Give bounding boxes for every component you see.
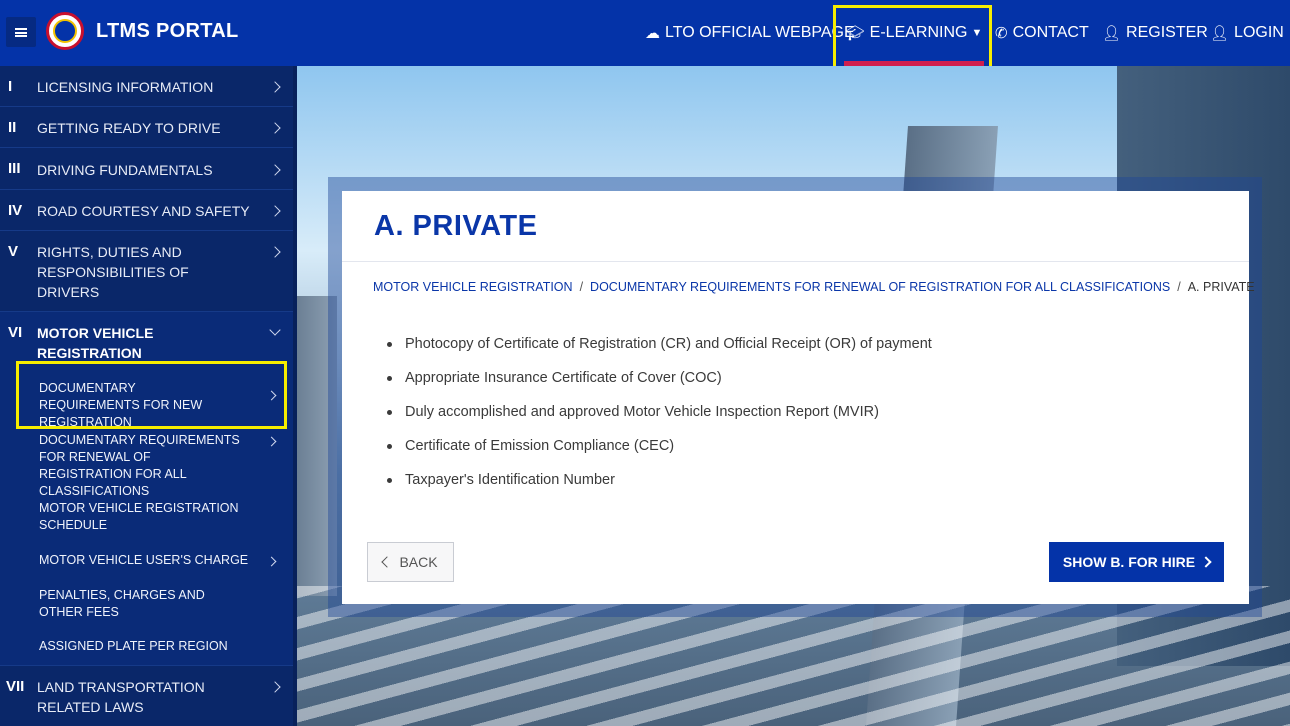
sidebar-item-road-courtesy-and-safety[interactable]: IV ROAD COURTESY AND SAFETY [0,190,297,231]
chevron-right-icon [269,246,281,258]
subitem-penalties-charges[interactable]: PENALTIES, CHARGES AND OTHER FEES [0,587,293,627]
menu-icon [15,27,27,37]
content-card: A. PRIVATE MOTOR VEHICLE REGISTRATION / DO… [342,191,1255,604]
subitem-renewal-registration[interactable]: DOCUMENTARY REQUIREMENTS FOR RENEWAL OF … [0,432,293,498]
chevron-right-icon [1200,556,1212,568]
back-button[interactable]: BACK [367,542,454,582]
top-navbar: LTMS PORTAL ☁ LTO OFFICIAL WEBPAGE 🎓︎ E-LE… [0,0,1290,66]
page-title: A. PRIVATE [374,210,538,242]
sidebar: I LICENSING INFORMATION II GETTING READY… [0,66,297,726]
breadcrumb-link-motor-vehicle-registration[interactable]: MOTOR VEHICLE REGISTRATION [373,280,573,294]
breadcrumb-link-renewal[interactable]: DOCUMENTARY REQUIREMENTS FOR RENEWAL OF … [590,280,1170,294]
requirements-list: Photocopy of Certificate of Registration… [387,334,932,504]
lto-logo[interactable] [46,12,84,50]
subitem-registration-schedule[interactable]: MOTOR VEHICLE REGISTRATION SCHEDULE [0,500,293,540]
caret-down-icon: ▼ [971,27,983,39]
show-for-hire-button[interactable]: SHOW B. FOR HIRE [1049,542,1224,582]
brand-title[interactable]: LTMS PORTAL [96,20,239,43]
subitem-new-registration[interactable]: DOCUMENTARY REQUIREMENTS FOR NEW REGISTR… [0,380,293,429]
subitem-users-charge[interactable]: MOTOR VEHICLE USER'S CHARGE [0,552,293,576]
subitem-assigned-plate[interactable]: ASSIGNED PLATE PER REGION [0,638,293,660]
chevron-right-icon [269,81,281,93]
sidebar-item-getting-ready-to-drive[interactable]: II GETTING READY TO DRIVE [0,107,297,148]
sidebar-item-rights-duties[interactable]: V RIGHTS, DUTIES AND RESPONSIBILITIES OF… [0,231,297,312]
add-user-icon: 👤︎ [1102,25,1122,42]
breadcrumb-current: A. PRIVATE [1187,280,1255,294]
phone-icon: ✆ [995,25,1008,42]
graduation-cap-icon: 🎓︎ [845,25,865,42]
sidebar-item-licensing-information[interactable]: I LICENSING INFORMATION [0,66,297,107]
list-item: Appropriate Insurance Certificate of Cov… [387,368,932,402]
breadcrumb: MOTOR VEHICLE REGISTRATION / DOCUMENTARY R… [373,280,1255,294]
title-divider [342,261,1249,262]
chevron-right-icon [269,681,281,693]
sidebar-item-motor-vehicle-registration[interactable]: VI MOTOR VEHICLE REGISTRATION DOCUMENTAR… [0,312,297,666]
list-item: Taxpayer's Identification Number [387,470,932,504]
nav-lto-official-webpage[interactable]: ☁ LTO OFFICIAL WEBPAGE [645,0,855,66]
chevron-right-icon [266,436,277,447]
cloud-icon: ☁ [645,25,660,42]
nav-register[interactable]: 👤︎ REGISTER [1102,0,1208,66]
chevron-left-icon [381,556,394,568]
user-icon: 👤︎ [1210,25,1230,42]
chevron-right-icon [266,556,277,567]
nav-contact[interactable]: ✆ CONTACT [995,0,1089,66]
chevron-down-icon [269,324,281,336]
chevron-right-icon [269,122,281,134]
chevron-right-icon [269,205,281,217]
chevron-right-icon [269,164,281,176]
nav-login[interactable]: 👤︎ LOGIN [1210,0,1284,66]
list-item: Duly accomplished and approved Motor Veh… [387,402,932,436]
sidebar-item-land-transportation-laws[interactable]: VII LAND TRANSPORTATION RELATED LAWS [0,666,297,726]
chevron-right-icon [266,390,277,401]
nav-e-learning[interactable]: 🎓︎ E-LEARNING ▼ [844,0,984,66]
list-item: Certificate of Emission Compliance (CEC) [387,436,932,470]
sidebar-item-driving-fundamentals[interactable]: III DRIVING FUNDAMENTALS [0,148,297,190]
hamburger-menu-button[interactable] [6,17,36,47]
list-item: Photocopy of Certificate of Registration… [387,334,932,368]
